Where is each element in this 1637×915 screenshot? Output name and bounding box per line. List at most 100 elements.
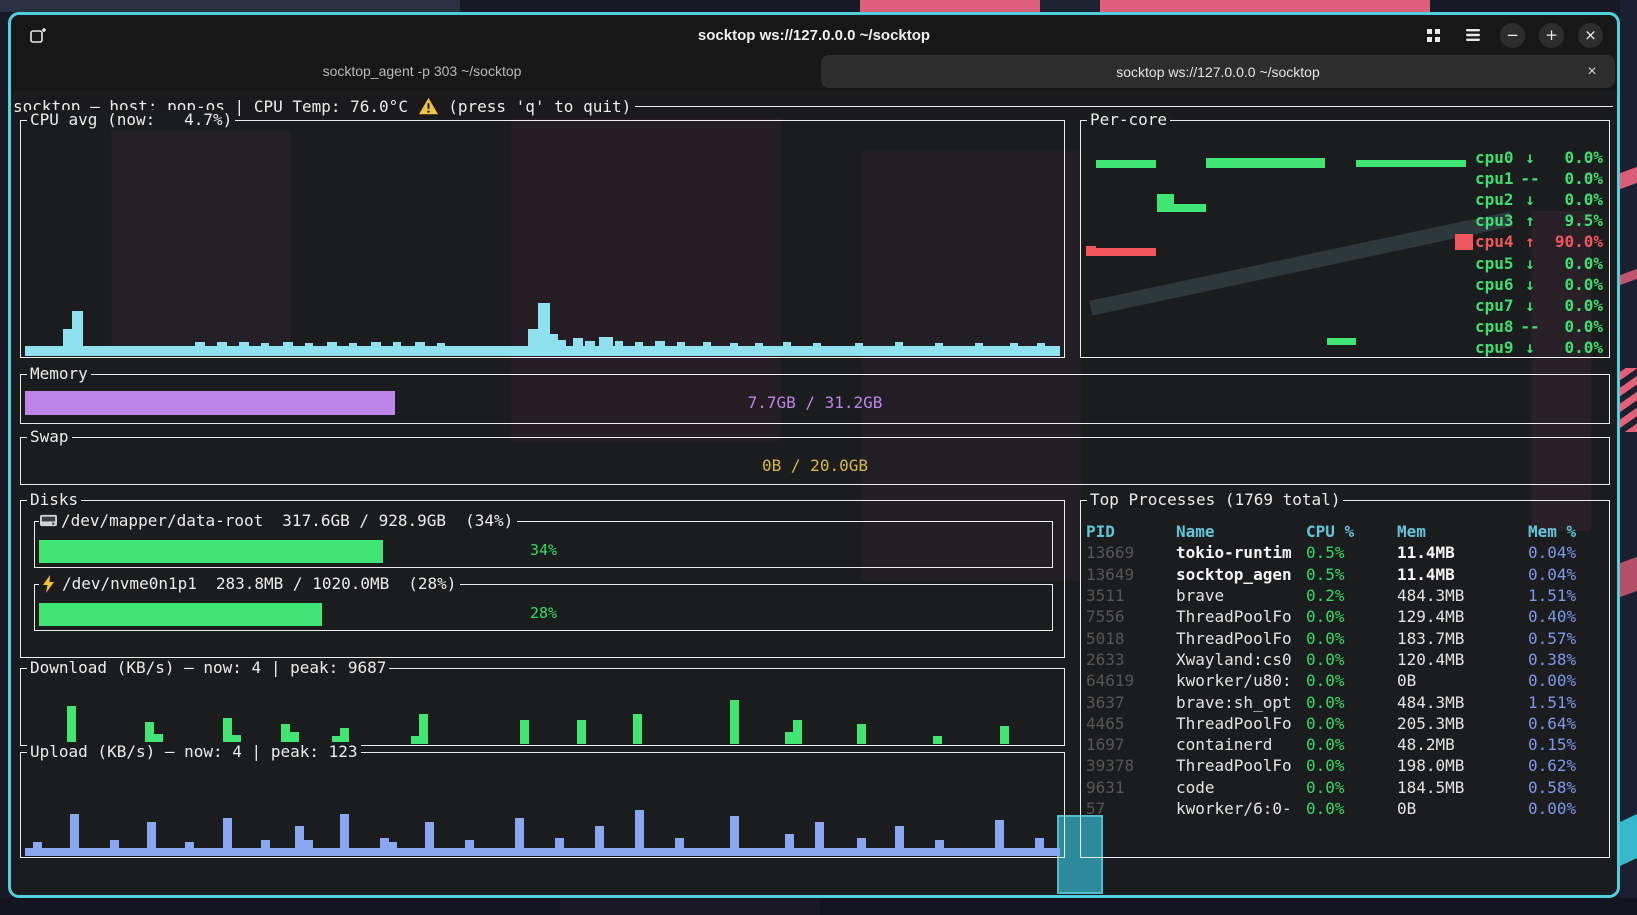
c-name: brave:sh_opt [1176,693,1306,712]
c-pid: 57 [1086,799,1176,818]
core-name: cpu4 [1475,232,1519,251]
c-name: containerd [1176,735,1306,754]
process-row: 7556ThreadPoolFo0.0%129.4MB0.40% [1086,606,1607,627]
menu-button[interactable] [1460,22,1486,48]
graph-bar [933,736,942,744]
new-tab-button[interactable] [25,22,51,48]
tab-close-icon[interactable]: × [1581,61,1603,83]
c-mem: 11.4MB [1397,543,1528,562]
disk-percent-label: 28% [35,604,1052,622]
window-title: socktop ws://127.0.0.0 ~/socktop [11,27,1617,44]
graph-bar [633,714,642,744]
core-trend: ↑ [1519,232,1541,251]
c-pid: 7556 [1086,607,1176,626]
memory-title: Memory [27,364,91,383]
graph-bar [223,718,232,744]
graph-baseline [25,346,1060,356]
core-name: cpu3 [1475,211,1519,230]
graph-bar [145,722,154,744]
disk-nvme-header: /dev/nvme0n1p1 283.8MB / 1020.0MB (28%) [39,574,460,593]
terminal-window: socktop ws://127.0.0.0 ~/socktop − + × s… [8,12,1620,898]
download-title: Download (KB/s) — now: 4 | peak: 9687 [27,658,389,677]
core-graph-segment [1206,158,1325,168]
c-mem: 120.4MB [1397,650,1528,669]
process-row: 1697containerd0.0%48.2MB0.15% [1086,734,1607,755]
c-pid: 64619 [1086,671,1176,690]
c-name: ThreadPoolFo [1176,756,1306,775]
c-cpu: 0.0% [1306,756,1397,775]
core-row: cpu9↓0.0% [1433,337,1603,358]
wallpaper-shape [1620,0,1637,915]
c-name: kworker/u80: [1176,671,1306,690]
maximize-button[interactable]: + [1539,23,1564,48]
c-pid: 13649 [1086,565,1176,584]
per-core-title: Per-core [1087,110,1170,129]
tab-socktop[interactable]: socktop ws://127.0.0.0 ~/socktop × [821,55,1615,88]
c-cpu: 0.0% [1306,735,1397,754]
c-pid: 9631 [1086,778,1176,797]
cpu-avg-panel: CPU avg (now: 4.7%) [20,120,1065,358]
graph-bar [730,700,739,744]
disk-name: /dev/mapper/data-root [61,511,263,530]
c-memp: 0.40% [1528,607,1611,626]
c-name: ThreadPoolFo [1176,714,1306,733]
c-memp: 0.15% [1528,735,1611,754]
c-name: code [1176,778,1306,797]
c-mem: 484.3MB [1397,586,1528,605]
c-pid: 3511 [1086,586,1176,605]
c-mem: 129.4MB [1397,607,1528,626]
process-row: 2633Xwayland:cs00.0%120.4MB0.38% [1086,649,1607,670]
core-trend: ↓ [1519,338,1541,357]
core-alert-swatch [1455,234,1473,250]
wallpaper-shape [1620,368,1637,432]
upload-panel: Upload (KB/s) — now: 4 | peak: 123 [20,752,1065,858]
process-row: 3637brave:sh_opt0.0%484.3MB1.51% [1086,691,1607,712]
disk-usage: 283.8MB / 1020.0MB [216,574,389,593]
core-row: cpu4↑90.0% [1433,231,1603,252]
disk-percent: (34%) [465,511,513,530]
core-val: 0.0% [1541,254,1603,273]
tab-bar: socktop_agent -p 303 ~/socktop socktop w… [11,55,1617,91]
core-row: cpu2↓0.0% [1433,189,1603,210]
column-header: Mem % [1528,522,1611,541]
disk-name: /dev/nvme0n1p1 [62,574,197,593]
core-trend: ↓ [1519,254,1541,273]
menu-icon [1465,28,1481,42]
download-panel: Download (KB/s) — now: 4 | peak: 9687 [20,668,1065,746]
close-button[interactable]: × [1578,23,1603,48]
core-name: cpu5 [1475,254,1519,273]
c-pid: 39378 [1086,756,1176,775]
disk-dataroot-panel: /dev/mapper/data-root 317.6GB / 928.9GB … [34,521,1053,568]
wallpaper-shape [0,0,460,12]
core-val: 0.0% [1541,338,1603,357]
swap-usage: 0B / 20.0GB [21,454,1609,478]
c-memp: 0.64% [1528,714,1611,733]
core-val: 90.0% [1541,232,1603,251]
core-name: cpu1 [1475,169,1519,188]
c-name: ThreadPoolFo [1176,629,1306,648]
graph-bar [793,720,802,744]
process-row: 13669tokio-runtim0.5%11.4MB0.04% [1086,542,1607,563]
c-name: brave [1176,586,1306,605]
c-cpu: 0.0% [1306,693,1397,712]
per-core-list: cpu0↓0.0%cpu1--0.0%cpu2↓0.0%cpu3↑9.5%cpu… [1433,147,1603,358]
tab-overview-button[interactable] [1420,22,1446,48]
c-memp: 0.38% [1528,650,1611,669]
core-name: cpu0 [1475,148,1519,167]
c-memp: 0.04% [1528,565,1611,584]
minimize-button[interactable]: − [1500,23,1525,48]
wallpaper-shape [1620,557,1637,597]
warning-icon [418,97,439,116]
titlebar: socktop ws://127.0.0.0 ~/socktop − + × [11,15,1617,55]
core-graph-segment [1174,204,1206,212]
wallpaper-shape [1040,0,1100,12]
tab-socktop-agent[interactable]: socktop_agent -p 303 ~/socktop [27,55,817,87]
memory-panel: Memory 7.7GB / 31.2GB [20,374,1610,424]
c-memp: 0.58% [1528,778,1611,797]
upload-graph [25,786,1060,856]
terminal-content: socktop — host: pop-os | CPU Temp: 76.0°… [11,91,1617,895]
core-val: 0.0% [1541,317,1603,336]
memory-usage: 7.7GB / 31.2GB [21,391,1609,415]
core-trend: -- [1519,169,1541,188]
c-memp: 0.00% [1528,671,1611,690]
